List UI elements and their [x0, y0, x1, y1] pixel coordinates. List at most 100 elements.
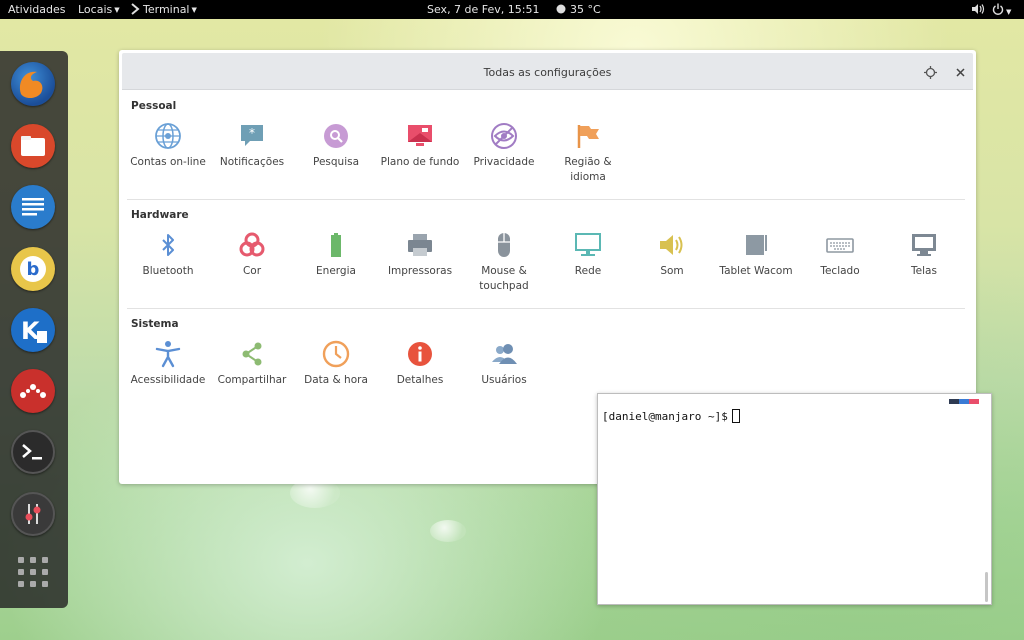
app-menu-label: Terminal — [143, 3, 190, 16]
writer-icon[interactable] — [11, 185, 55, 229]
settings-item-wacom-tablet[interactable]: Tablet Wacom — [714, 231, 798, 279]
terminal-app-icon — [131, 3, 140, 15]
settings-item-power[interactable]: Energia — [294, 231, 378, 279]
show-applications-button[interactable] — [18, 557, 48, 587]
info-icon — [408, 342, 432, 366]
color-icon — [239, 232, 265, 257]
settings-item-bluetooth[interactable]: Bluetooth — [126, 231, 210, 279]
section-divider — [127, 308, 965, 309]
settings-item-label: Notificações — [219, 156, 285, 168]
settings-item-label: Usuários — [481, 374, 527, 386]
keyboard-icon — [826, 238, 854, 253]
settings-item-label: Energia — [316, 265, 356, 277]
mouse-icon — [498, 233, 510, 257]
tablet-icon — [746, 235, 767, 255]
network-monitor-icon — [575, 233, 601, 256]
settings-item-search[interactable]: Pesquisa — [294, 122, 378, 170]
display-icon — [912, 234, 936, 256]
privacy-eye-icon — [491, 123, 517, 149]
terminal-prompt[interactable]: [daniel@manjaro ~]$ — [602, 409, 740, 423]
settings-item-label: Região & idioma — [564, 156, 612, 183]
weather-indicator[interactable]: 35 °C — [556, 3, 601, 16]
volume-icon[interactable] — [971, 3, 985, 18]
places-label: Locais — [78, 3, 113, 16]
settings-item-keyboard[interactable]: Teclado — [798, 231, 882, 279]
settings-item-label: Cor — [242, 265, 262, 277]
top-bar: Atividades Locais ▼ Terminal ▼ Sex, 7 de F… — [0, 0, 1024, 19]
settings-item-accessibility[interactable]: Acessibilidade — [126, 340, 210, 388]
settings-item-label: Pesquisa — [312, 156, 360, 168]
terminal-icon[interactable] — [11, 430, 55, 474]
settings-item-region-language[interactable]: Região & idioma — [546, 122, 630, 185]
settings-title: Todas as configurações — [483, 66, 612, 79]
search-locate-button[interactable] — [922, 64, 938, 80]
power-icon-shape — [992, 3, 1004, 15]
settings-item-label: Plano de fundo — [380, 156, 460, 168]
settings-item-label: Som — [660, 265, 684, 277]
settings-item-label: Teclado — [820, 265, 860, 277]
caret-down-icon: ▼ — [1006, 8, 1012, 16]
settings-item-sharing[interactable]: Compartilhar — [210, 340, 294, 388]
files-icon[interactable] — [11, 124, 55, 168]
section-divider — [127, 199, 965, 200]
share-icon — [242, 342, 262, 366]
bluetooth-icon — [162, 234, 174, 256]
settings-item-date-time[interactable]: Data & hora — [294, 340, 378, 388]
app-menu[interactable]: Terminal ▼ — [131, 3, 197, 16]
settings-item-label: Privacidade — [473, 156, 535, 168]
wallpaper-droplet — [430, 520, 466, 542]
dock: b K — [0, 51, 68, 608]
settings-item-background[interactable]: Plano de fundo — [378, 122, 462, 170]
settings-item-color[interactable]: Cor — [210, 231, 294, 279]
svg-text:b: b — [27, 259, 40, 280]
text-cursor — [731, 409, 740, 423]
power-icon[interactable]: ▼ — [992, 3, 1011, 18]
places-menu[interactable]: Locais ▼ — [78, 3, 120, 16]
settings-item-label: Mouse & touchpad — [479, 265, 529, 292]
settings-item-label: Rede — [574, 265, 602, 277]
globe-icon — [155, 123, 181, 149]
settings-item-privacy[interactable]: Privacidade — [462, 122, 546, 170]
kile-icon[interactable]: K — [11, 308, 55, 352]
mixer-icon[interactable] — [11, 492, 55, 536]
prompt-text: [daniel@manjaro ~]$ — [602, 410, 728, 423]
clock-icon — [322, 340, 350, 368]
settings-item-label: Acessibilidade — [130, 374, 206, 386]
settings-item-label: Detalhes — [396, 374, 444, 386]
weather-sun-icon — [556, 4, 566, 14]
settings-item-online-accounts[interactable]: Contas on-line — [126, 122, 210, 170]
speaker-icon — [660, 235, 683, 255]
settings-item-printers[interactable]: Impressoras — [378, 231, 462, 279]
settings-item-network[interactable]: Rede — [546, 231, 630, 279]
clock[interactable]: Sex, 7 de Fev, 15:51 — [427, 3, 540, 16]
firefox-icon[interactable] — [11, 62, 55, 106]
svg-text:*: * — [249, 126, 255, 140]
search-icon — [324, 124, 348, 148]
terminal-window[interactable]: [daniel@manjaro ~]$ — [597, 393, 992, 605]
weather-temp: 35 °C — [570, 3, 601, 16]
section-title-personal: Pessoal — [131, 100, 177, 112]
settings-item-displays[interactable]: Telas — [882, 231, 966, 279]
settings-item-label: Contas on-line — [130, 156, 206, 168]
bitcoin-icon[interactable]: b — [11, 247, 55, 291]
close-button[interactable] — [952, 64, 968, 80]
caret-down-icon: ▼ — [114, 6, 120, 14]
settings-item-notifications[interactable]: * Notificações — [210, 122, 294, 170]
settings-item-label: Telas — [911, 265, 937, 277]
volume-icon-shape — [972, 4, 985, 14]
settings-item-label: Bluetooth — [142, 265, 194, 277]
settings-item-mouse-touchpad[interactable]: Mouse & touchpad — [462, 231, 546, 294]
activities-button[interactable]: Atividades — [8, 3, 65, 16]
mendeley-icon[interactable] — [11, 369, 55, 413]
section-title-system: Sistema — [131, 318, 179, 330]
users-icon — [492, 344, 517, 364]
settings-item-users[interactable]: Usuários — [462, 340, 546, 388]
settings-item-sound[interactable]: Som — [630, 231, 714, 279]
wallpaper-icon — [408, 125, 432, 146]
settings-item-label: Impressoras — [387, 265, 453, 277]
settings-item-label: Data & hora — [304, 374, 368, 386]
terminal-color-strip — [949, 399, 979, 404]
settings-item-details[interactable]: Detalhes — [378, 340, 462, 388]
battery-icon — [331, 233, 341, 257]
scrollbar[interactable] — [985, 572, 988, 602]
